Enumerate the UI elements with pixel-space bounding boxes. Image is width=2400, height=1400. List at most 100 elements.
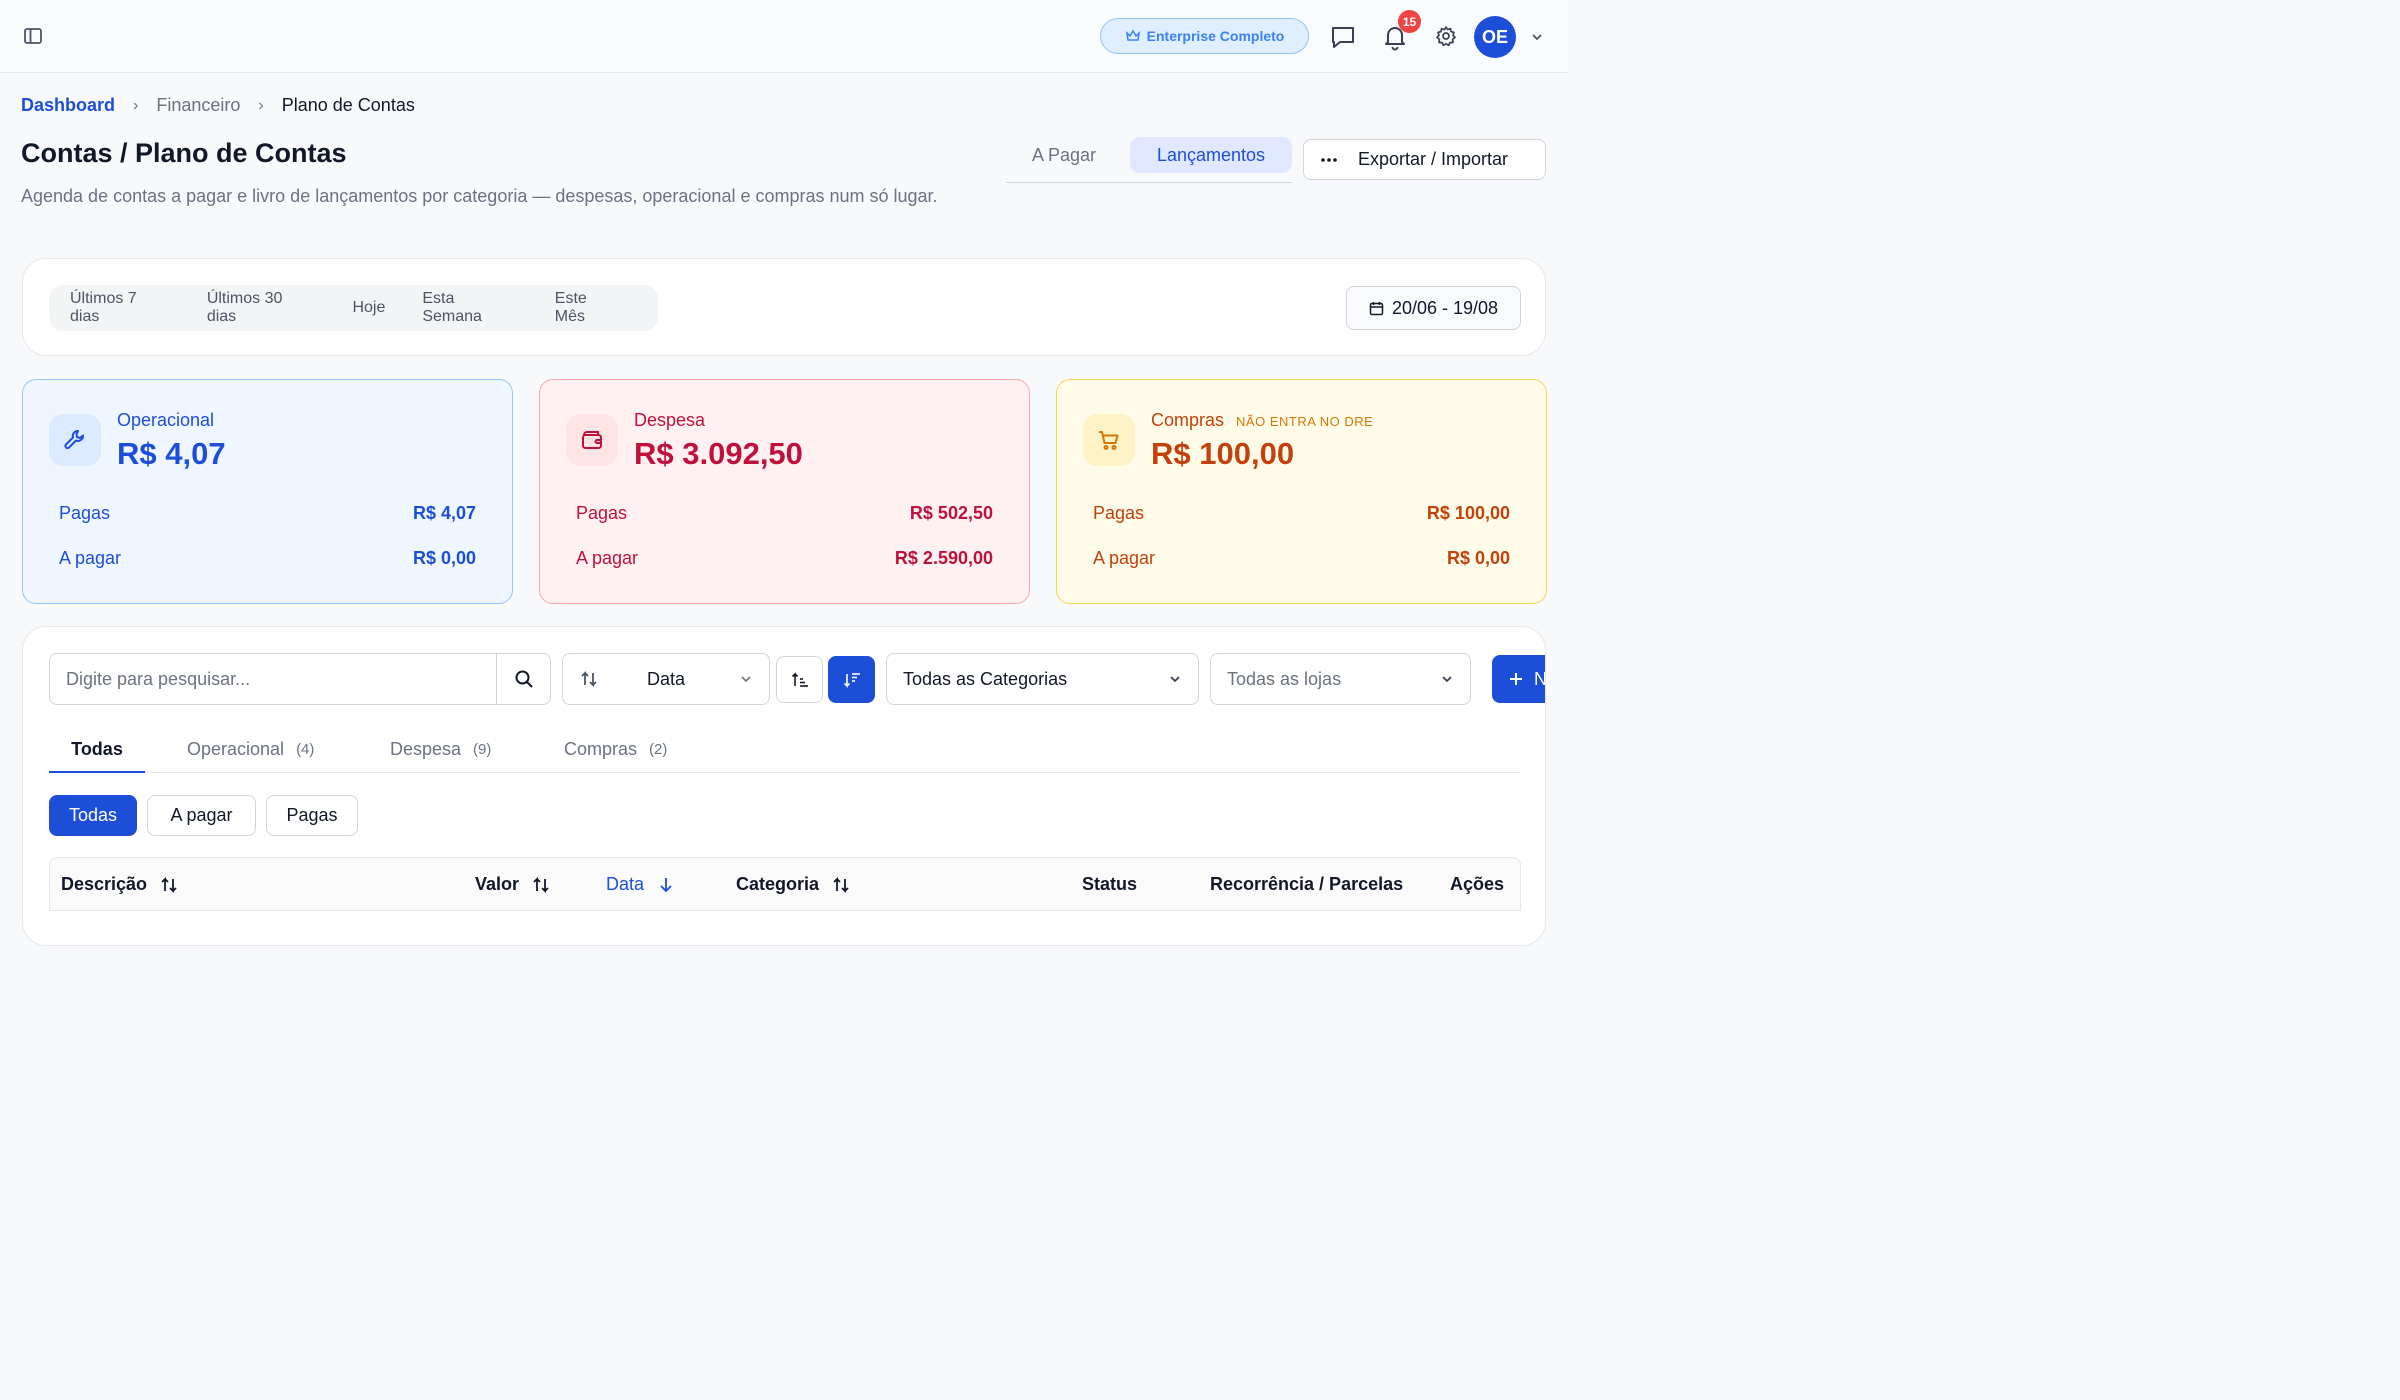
wallet-icon <box>566 414 618 466</box>
tab-compras[interactable]: Compras (2) <box>564 729 667 773</box>
column-recorrencia: Recorrência / Parcelas <box>1210 874 1403 895</box>
kpi-despesa-pagas-label: Pagas <box>576 503 628 523</box>
plan-badge[interactable]: Enterprise Completo <box>1100 18 1309 54</box>
search-input[interactable] <box>50 654 496 704</box>
messages-icon[interactable] <box>1328 22 1358 52</box>
page-title: Contas / Plano de Contas <box>21 138 347 168</box>
column-recorrencia-label: Recorrência / Parcelas <box>1210 874 1404 894</box>
plus-icon <box>1510 673 1522 685</box>
category-filter-select[interactable]: Todas as Categorias <box>886 653 1199 705</box>
kpi-compras-note: NÃO ENTRA NO DRE <box>1236 414 1374 429</box>
tab-todas-label: Todas <box>71 739 123 759</box>
period-today[interactable]: Hoje <box>352 299 385 317</box>
kpi-compras-apagar-label: A pagar <box>1093 548 1156 568</box>
column-acoes-label: Ações <box>1450 874 1505 894</box>
chevron-down-icon <box>741 676 751 683</box>
tab-lancamentos[interactable]: Lançamentos <box>1130 137 1292 173</box>
entries-list-card: Data Todas as Categorias Todas as lojas … <box>22 626 1546 946</box>
wrench-icon <box>49 414 101 466</box>
breadcrumb: Dashboard › Financeiro › Plano de Contas <box>21 95 415 116</box>
kpi-compras-total: R$ 100,00 <box>1151 436 1295 471</box>
column-data-label: Data <box>606 874 645 894</box>
status-filter-todas[interactable]: Todas <box>49 795 137 836</box>
tab-despesa-count: (9) <box>473 741 492 758</box>
column-valor[interactable]: Valor <box>475 874 551 895</box>
search-button[interactable] <box>496 654 550 704</box>
column-categoria-label: Categoria <box>736 874 820 894</box>
tab-despesa-label: Despesa <box>390 739 462 759</box>
tab-a-pagar[interactable]: A Pagar <box>1006 137 1122 173</box>
tab-despesa[interactable]: Despesa (9) <box>390 729 491 773</box>
breadcrumb-dashboard[interactable]: Dashboard <box>21 95 115 116</box>
period-this-week[interactable]: Esta Semana <box>422 290 517 326</box>
column-status-label: Status <box>1082 874 1138 894</box>
page-description: Agenda de contas a pagar e livro de lanç… <box>21 186 938 206</box>
status-filter-a-pagar[interactable]: A pagar <box>147 795 256 836</box>
top-bar: Enterprise Completo 15 OE <box>0 0 1568 73</box>
view-tabs: A Pagar Lançamentos <box>1006 135 1292 183</box>
kpi-compras-pagas-value: R$ 100,00 <box>1426 503 1510 523</box>
sort-field-value: Data <box>647 668 686 689</box>
kpi-operacional-pagas-label: Pagas <box>59 503 111 523</box>
kpi-operacional-pagas-value: R$ 4,07 <box>412 503 476 523</box>
tab-operacional-count: (4) <box>296 741 315 758</box>
plan-badge-label: Enterprise Completo <box>1146 28 1285 44</box>
category-filter-value: Todas as Categorias <box>903 668 1068 689</box>
sort-arrows-icon <box>533 876 549 893</box>
gear-icon[interactable] <box>1434 24 1458 48</box>
avatar[interactable]: OE <box>1474 16 1516 58</box>
search-box <box>49 653 551 705</box>
chevron-down-icon[interactable] <box>1528 28 1546 46</box>
store-filter-select[interactable]: Todas as lojas <box>1210 653 1471 705</box>
period-this-month[interactable]: Este Mês <box>555 290 621 326</box>
notification-count-badge: 15 <box>1398 10 1421 33</box>
date-range-label: 20/06 - 19/08 <box>1391 297 1499 318</box>
kpi-operacional-total: R$ 4,07 <box>117 436 226 471</box>
date-range-picker[interactable]: 20/06 - 19/08 <box>1346 286 1521 330</box>
tab-operacional[interactable]: Operacional (4) <box>187 729 314 773</box>
column-descricao[interactable]: Descrição <box>61 874 179 895</box>
kpi-operacional-apagar-value: R$ 0,00 <box>412 548 476 568</box>
column-descricao-label: Descrição <box>61 874 148 894</box>
tab-compras-count: (2) <box>649 741 668 758</box>
new-entry-button[interactable]: N <box>1492 655 1546 703</box>
search-icon <box>515 670 533 688</box>
sidebar-toggle-icon[interactable] <box>22 25 44 47</box>
status-filter-pagas[interactable]: Pagas <box>266 795 358 836</box>
kpi-despesa-label: Despesa <box>634 410 706 430</box>
kpi-card-operacional: Operacional R$ 4,07 Pagas R$ 4,07 A paga… <box>22 379 513 604</box>
kpi-despesa-apagar-value: R$ 2.590,00 <box>894 548 993 568</box>
shopping-cart-icon <box>1083 414 1135 466</box>
breadcrumb-current: Plano de Contas <box>281 95 415 115</box>
kpi-despesa-apagar-label: A pagar <box>576 548 639 568</box>
tab-todas[interactable]: Todas <box>49 729 145 773</box>
sort-ascending-button[interactable] <box>776 656 823 703</box>
export-import-label: Exportar / Importar <box>1358 149 1509 169</box>
sort-arrows-icon <box>581 670 597 688</box>
period-filter-card: Últimos 7 dias Últimos 30 dias Hoje Esta… <box>22 258 1546 356</box>
sort-ascending-icon <box>791 671 808 687</box>
chevron-right-icon: › <box>133 96 139 114</box>
period-last-7-days[interactable]: Últimos 7 dias <box>70 290 170 326</box>
kpi-operacional-apagar-label: A pagar <box>59 548 122 568</box>
sort-field-select[interactable]: Data <box>562 653 770 705</box>
type-tabs: Todas Operacional (4) Despesa (9) Compra… <box>49 729 1521 773</box>
kpi-despesa-total: R$ 3.092,50 <box>634 436 803 471</box>
column-data[interactable]: Data <box>606 874 676 895</box>
tab-operacional-label: Operacional <box>187 739 285 759</box>
chevron-down-icon <box>1442 676 1452 683</box>
export-import-button[interactable]: Exportar / Importar <box>1303 139 1546 180</box>
sort-descending-button[interactable] <box>828 656 875 703</box>
sort-arrows-icon <box>833 876 849 893</box>
column-categoria[interactable]: Categoria <box>736 874 851 895</box>
tab-compras-label: Compras <box>564 739 638 759</box>
period-last-30-days[interactable]: Últimos 30 dias <box>207 290 316 326</box>
breadcrumb-financeiro[interactable]: Financeiro <box>156 95 240 116</box>
kpi-compras-pagas-label: Pagas <box>1093 503 1145 523</box>
column-valor-label: Valor <box>475 874 520 894</box>
column-acoes: Ações <box>1450 874 1504 895</box>
new-entry-label: N <box>1534 668 1546 689</box>
calendar-icon <box>1369 301 1384 315</box>
kpi-card-despesa: Despesa R$ 3.092,50 Pagas R$ 502,50 A pa… <box>539 379 1030 604</box>
arrow-down-icon <box>660 877 672 892</box>
